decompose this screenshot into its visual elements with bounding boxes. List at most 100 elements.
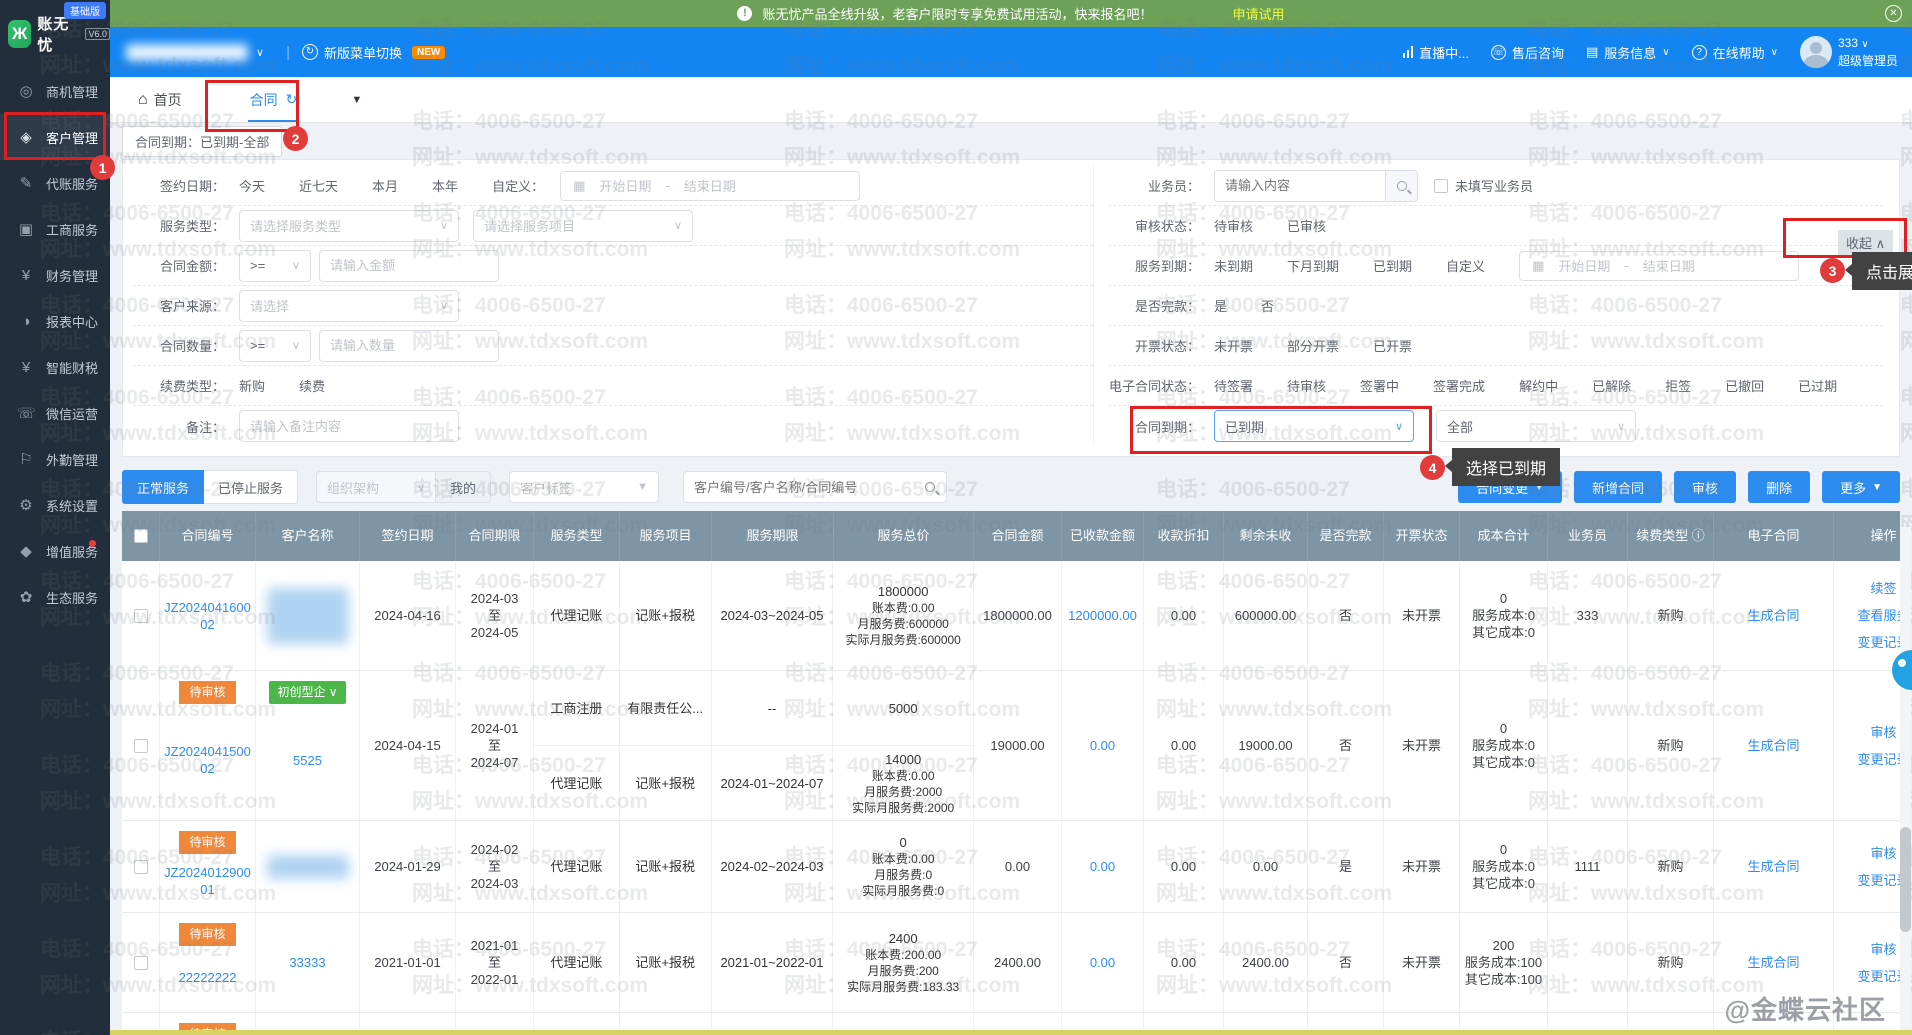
filter-chip[interactable]: 合同到期：已到期-全部 bbox=[122, 126, 282, 157]
audit-button[interactable]: 审核 bbox=[1674, 471, 1736, 503]
invoice-option[interactable]: 已开票 bbox=[1373, 339, 1412, 354]
tab-stopped-service[interactable]: 已停止服务 bbox=[204, 470, 298, 504]
operation-link[interactable]: 变更记录 bbox=[1857, 634, 1900, 651]
generate-contract-link[interactable]: 生成合同 bbox=[1747, 607, 1799, 624]
row-checkbox[interactable] bbox=[134, 956, 148, 970]
invoice-option[interactable]: 未开票 bbox=[1214, 339, 1253, 354]
search-button[interactable] bbox=[914, 472, 946, 502]
row-checkbox[interactable] bbox=[134, 739, 148, 753]
salesman-search[interactable] bbox=[1214, 170, 1418, 202]
sidebar-item-field-mgmt[interactable]: ⚐外勤管理 bbox=[0, 436, 110, 482]
operation-link[interactable]: 续签 bbox=[1870, 580, 1896, 597]
customer-tag-select[interactable]: 客户标签▼ bbox=[509, 471, 659, 503]
customer-name-blurred[interactable] bbox=[267, 855, 349, 879]
tab-dropdown-icon[interactable]: ▼ bbox=[351, 94, 362, 106]
row-checkbox[interactable] bbox=[134, 609, 148, 623]
sidebar-item-biz-opportunity[interactable]: ◎商机管理 bbox=[0, 68, 110, 114]
online-help-button[interactable]: ? 在线帮助 ∨ bbox=[1692, 43, 1778, 62]
service-info-button[interactable]: ▤ 服务信息 ∨ bbox=[1586, 43, 1670, 62]
generate-contract-link[interactable]: 生成合同 bbox=[1747, 737, 1799, 754]
audit-status-option[interactable]: 已审核 bbox=[1287, 219, 1326, 234]
sidebar-item-system-settings[interactable]: ⚙系统设置 bbox=[0, 482, 110, 528]
count-operator-select[interactable]: >=∨ bbox=[239, 330, 311, 362]
count-input[interactable] bbox=[319, 330, 499, 362]
econtract-status-option[interactable]: 签署中 bbox=[1360, 379, 1399, 394]
operation-link[interactable]: 审核 bbox=[1870, 941, 1896, 958]
sidebar-item-value-added[interactable]: ◆增值服务 bbox=[0, 528, 110, 574]
econtract-status-option[interactable]: 已过期 bbox=[1798, 379, 1837, 394]
contract-due-select[interactable]: 已到期∨ bbox=[1214, 410, 1414, 442]
econtract-status-option[interactable]: 签署完成 bbox=[1433, 379, 1485, 394]
operation-link[interactable]: 审核 bbox=[1870, 724, 1896, 741]
row-checkbox[interactable] bbox=[134, 860, 148, 874]
tab-contract[interactable]: 合同 ↻ bbox=[244, 77, 304, 122]
paid-option[interactable]: 否 bbox=[1261, 299, 1274, 314]
close-icon[interactable]: ✕ bbox=[1885, 5, 1902, 22]
search-button[interactable] bbox=[1385, 171, 1417, 201]
econtract-status-option[interactable]: 待审核 bbox=[1287, 379, 1326, 394]
end-date-placeholder[interactable]: 结束日期 bbox=[1643, 256, 1695, 275]
tab-normal-service[interactable]: 正常服务 bbox=[122, 470, 204, 504]
scrollbar-thumb[interactable] bbox=[1900, 827, 1911, 932]
sidebar-item-finance-mgmt[interactable]: ¥财务管理 bbox=[0, 252, 110, 298]
operation-link[interactable]: 审核 bbox=[1870, 845, 1896, 862]
sign-date-option[interactable]: 本年 bbox=[432, 179, 458, 194]
renew-type-option[interactable]: 新购 bbox=[239, 379, 265, 394]
start-date-placeholder[interactable]: 开始日期 bbox=[1558, 256, 1610, 275]
customer-tag-badge[interactable]: 初创型企 ∨ bbox=[269, 681, 345, 704]
operation-link[interactable]: 变更记录 bbox=[1857, 968, 1900, 985]
operation-link[interactable]: 查看服务 bbox=[1857, 607, 1900, 624]
date-range-picker[interactable]: ▦ 开始日期 - 结束日期 bbox=[560, 171, 860, 201]
sign-date-option[interactable]: 近七天 bbox=[299, 179, 338, 194]
live-button[interactable]: 直播中... bbox=[1403, 43, 1469, 62]
sidebar-item-customer-mgmt[interactable]: ◈客户管理 bbox=[0, 114, 110, 160]
delete-button[interactable]: 删除 bbox=[1748, 471, 1810, 503]
sign-date-option[interactable]: 本月 bbox=[372, 179, 398, 194]
service-due-option[interactable]: 下月到期 bbox=[1287, 259, 1339, 274]
generate-contract-link[interactable]: 生成合同 bbox=[1747, 858, 1799, 875]
company-name-blurred[interactable] bbox=[126, 44, 248, 61]
invoice-option[interactable]: 部分开票 bbox=[1287, 339, 1339, 354]
tab-home[interactable]: ⌂ 首页 bbox=[138, 90, 182, 110]
sidebar-item-eco-service[interactable]: ✿生态服务 bbox=[0, 574, 110, 620]
contract-due-scope-select[interactable]: 全部∨ bbox=[1436, 410, 1636, 442]
menu-switch-button[interactable]: ↻ 新版菜单切换 NEW bbox=[302, 43, 445, 62]
econtract-status-option[interactable]: 已解除 bbox=[1592, 379, 1631, 394]
keyword-search[interactable] bbox=[683, 471, 947, 503]
org-select[interactable]: 组织架构∨ bbox=[316, 471, 436, 503]
horizontal-scrollbar[interactable] bbox=[110, 1030, 1912, 1035]
econtract-status-option[interactable]: 已撤回 bbox=[1725, 379, 1764, 394]
contract-code-link[interactable]: JZ202404150002 bbox=[162, 743, 253, 777]
refresh-icon[interactable]: ↻ bbox=[286, 91, 298, 108]
chevron-down-icon[interactable]: ∨ bbox=[256, 46, 264, 59]
salesman-input[interactable] bbox=[1215, 171, 1385, 201]
service-due-date-range[interactable]: ▦ 开始日期 - 结束日期 bbox=[1519, 251, 1799, 281]
more-button[interactable]: 更多▼ bbox=[1822, 471, 1900, 503]
select-all-checkbox[interactable] bbox=[134, 529, 148, 543]
econtract-status-option[interactable]: 解约中 bbox=[1519, 379, 1558, 394]
service-due-option[interactable]: 自定义 bbox=[1446, 259, 1485, 274]
contract-code-link[interactable]: JZ202401290001 bbox=[162, 864, 253, 898]
mine-button[interactable]: 我的 bbox=[436, 471, 491, 503]
sidebar-item-smart-tax[interactable]: ¥智能财税 bbox=[0, 344, 110, 390]
customer-source-select[interactable]: 请选择∨ bbox=[239, 290, 459, 322]
sidebar-item-industry-commerce[interactable]: ▣工商服务 bbox=[0, 206, 110, 252]
renew-type-option[interactable]: 续费 bbox=[299, 379, 325, 394]
amount-operator-select[interactable]: >=∨ bbox=[239, 250, 311, 282]
sidebar-item-wechat-ops[interactable]: ☏微信运营 bbox=[0, 390, 110, 436]
start-date-placeholder[interactable]: 开始日期 bbox=[599, 176, 651, 195]
sidebar-item-report-center[interactable]: ◑报表中心 bbox=[0, 298, 110, 344]
end-date-placeholder[interactable]: 结束日期 bbox=[684, 176, 736, 195]
custom-date-label[interactable]: 自定义： bbox=[492, 176, 544, 195]
customer-name-link[interactable]: 33333 bbox=[289, 954, 325, 971]
service-due-option[interactable]: 未到期 bbox=[1214, 259, 1253, 274]
sign-date-option[interactable]: 今天 bbox=[239, 179, 265, 194]
vertical-scrollbar[interactable] bbox=[1900, 527, 1911, 1027]
audit-status-option[interactable]: 待审核 bbox=[1214, 219, 1253, 234]
operation-link[interactable]: 变更记录 bbox=[1857, 872, 1900, 889]
contract-code-link[interactable]: 22222222 bbox=[179, 969, 237, 986]
paid-option[interactable]: 是 bbox=[1214, 299, 1227, 314]
contract-code-link[interactable]: JZ202404160002 bbox=[162, 599, 253, 633]
customer-name-blurred[interactable] bbox=[267, 588, 349, 644]
service-item-select[interactable]: 请选择服务项目∨ bbox=[473, 210, 693, 242]
